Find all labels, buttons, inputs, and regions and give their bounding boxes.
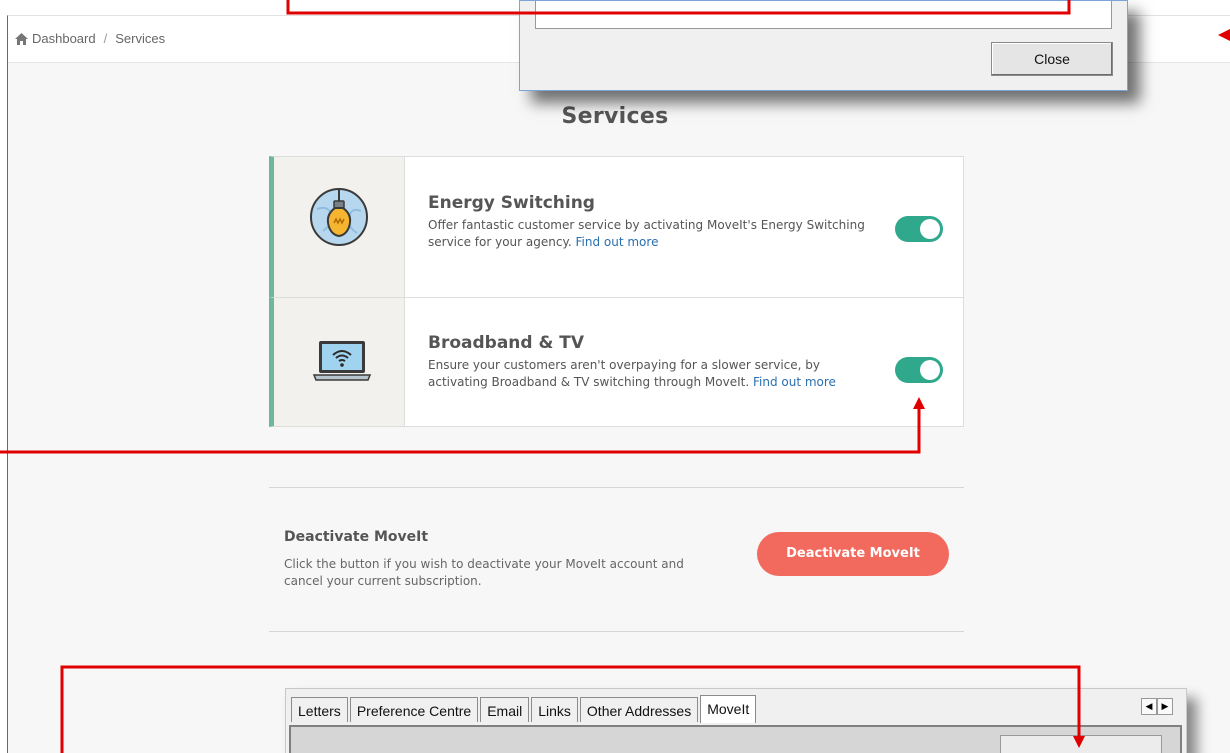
toggle-knob bbox=[920, 360, 940, 380]
service-icon-cell bbox=[274, 157, 405, 313]
service-card-broadband: Broadband & TV Ensure your customers are… bbox=[269, 297, 964, 427]
service-card-energy: Energy Switching Offer fantastic custome… bbox=[269, 156, 964, 314]
broadband-tv-toggle[interactable] bbox=[895, 357, 943, 383]
page-title: Services bbox=[561, 104, 669, 129]
tab-strip: Letters Preference Centre Email Links Ot… bbox=[291, 694, 758, 723]
energy-switching-toggle[interactable] bbox=[895, 216, 943, 242]
service-description: Ensure your customers aren't overpaying … bbox=[428, 357, 868, 391]
dialog-window: Close bbox=[519, 0, 1128, 91]
tab-scroll-left-button[interactable]: ◀ bbox=[1141, 698, 1157, 715]
tab-preference-centre[interactable]: Preference Centre bbox=[349, 697, 479, 722]
deactivate-title: Deactivate MoveIt bbox=[284, 529, 429, 545]
tab-scroll-buttons: ◀ ▶ bbox=[1141, 698, 1173, 715]
lightbulb-icon bbox=[310, 188, 368, 246]
breadcrumb-current: Services bbox=[115, 31, 166, 46]
breadcrumb-dashboard-link[interactable]: Dashboard bbox=[32, 31, 96, 46]
tab-letters[interactable]: Letters bbox=[291, 697, 348, 722]
breadcrumb: Dashboard / Services bbox=[15, 31, 165, 46]
tab-email[interactable]: Email bbox=[480, 697, 530, 722]
page: Dashboard / Services Services Energy Swi… bbox=[0, 0, 1230, 753]
deactivate-description: Click the button if you wish to deactiva… bbox=[284, 557, 684, 588]
find-out-more-link[interactable]: Find out more bbox=[576, 235, 659, 249]
tab-pane-field bbox=[1000, 735, 1162, 753]
tab-other-addresses[interactable]: Other Addresses bbox=[579, 697, 699, 722]
desktop-tab-window: Letters Preference Centre Email Links Ot… bbox=[285, 688, 1187, 753]
home-icon bbox=[15, 32, 28, 45]
find-out-more-link[interactable]: Find out more bbox=[753, 375, 836, 389]
tab-scroll-right-button[interactable]: ▶ bbox=[1157, 698, 1173, 715]
service-description: Offer fantastic customer service by acti… bbox=[428, 217, 868, 251]
tab-moveit[interactable]: MoveIt bbox=[700, 695, 757, 723]
laptop-wifi-icon bbox=[312, 341, 372, 381]
tab-links[interactable]: Links bbox=[531, 697, 578, 722]
divider bbox=[269, 487, 964, 488]
service-title: Energy Switching bbox=[428, 193, 595, 213]
tab-pane bbox=[289, 725, 1182, 753]
toggle-knob bbox=[920, 219, 940, 239]
breadcrumb-separator: / bbox=[103, 31, 108, 46]
deactivate-button[interactable]: Deactivate MoveIt bbox=[757, 532, 949, 576]
close-button[interactable]: Close bbox=[991, 42, 1113, 76]
divider bbox=[269, 631, 964, 632]
service-title: Broadband & TV bbox=[428, 333, 584, 353]
service-icon-cell bbox=[274, 298, 405, 426]
dialog-content-box bbox=[535, 1, 1112, 29]
